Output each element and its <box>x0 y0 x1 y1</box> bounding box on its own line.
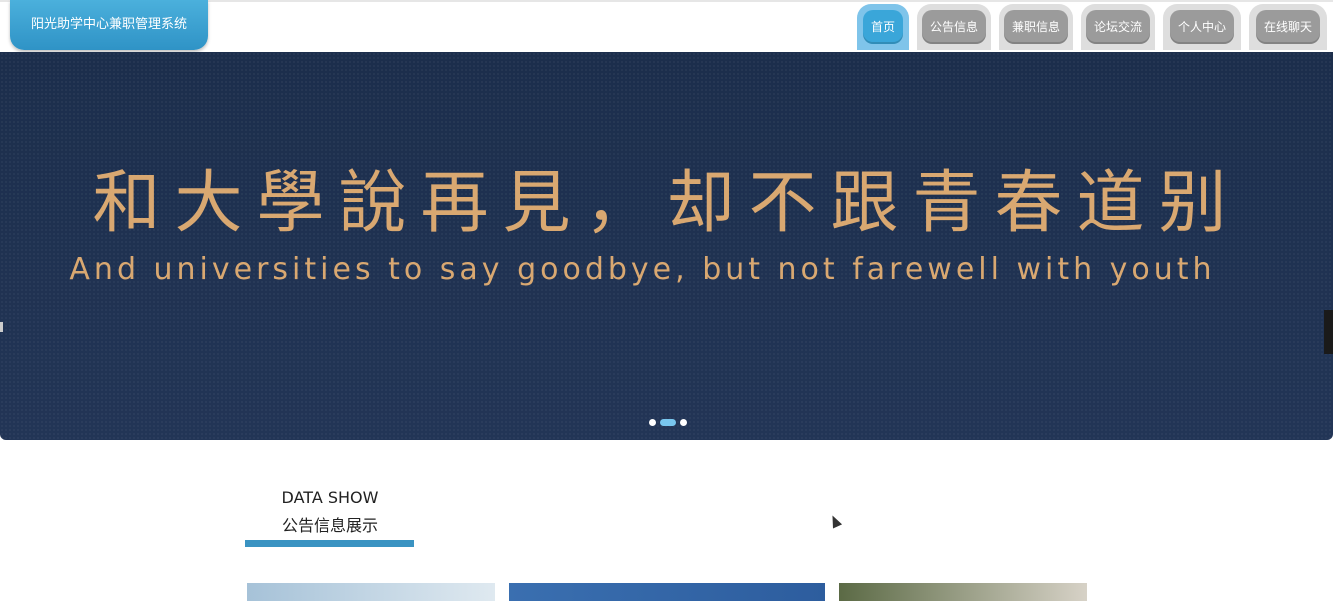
nav-home[interactable]: 首页 <box>857 4 909 50</box>
nav-forum-label[interactable]: 论坛交流 <box>1085 10 1150 44</box>
announcement-card-image[interactable] <box>509 583 825 601</box>
section-underline <box>245 540 414 547</box>
top-nav: 首页 公告信息 兼职信息 论坛交流 个人中心 在线聊天 <box>857 4 1327 50</box>
nav-forum[interactable]: 论坛交流 <box>1081 4 1155 50</box>
mouse-cursor-icon <box>827 513 843 529</box>
section-title-en: DATA SHOW <box>281 488 379 507</box>
nav-part-time-jobs[interactable]: 兼职信息 <box>999 4 1073 50</box>
announcement-card-image[interactable] <box>247 583 495 601</box>
site-logo[interactable]: 阳光助学中心兼职管理系统 <box>10 0 208 50</box>
carousel-prev-arrow[interactable] <box>0 322 3 332</box>
nav-personal-center-label[interactable]: 个人中心 <box>1169 10 1234 44</box>
nav-personal-center[interactable]: 个人中心 <box>1163 4 1241 50</box>
carousel-next-arrow[interactable] <box>1324 310 1333 354</box>
section-title-zh: 公告信息展示 <box>281 516 378 535</box>
carousel-dot-1[interactable] <box>649 419 656 426</box>
carousel-dot-3[interactable] <box>680 419 687 426</box>
nav-part-time-jobs-label[interactable]: 兼职信息 <box>1003 10 1068 44</box>
announcement-card-image[interactable] <box>839 583 1087 601</box>
nav-online-chat-label[interactable]: 在线聊天 <box>1255 10 1320 44</box>
nav-announcements-label[interactable]: 公告信息 <box>921 10 986 44</box>
nav-online-chat[interactable]: 在线聊天 <box>1249 4 1327 50</box>
nav-home-label[interactable]: 首页 <box>862 10 903 44</box>
banner-subtitle: And universities to say goodbye, but not… <box>69 252 1216 287</box>
hero-banner[interactable]: 和大學說再見，却不跟青春道别 And universities to say g… <box>0 52 1333 440</box>
banner-title: 和大學說再見，却不跟青春道别 <box>92 164 1241 243</box>
nav-announcements[interactable]: 公告信息 <box>917 4 991 50</box>
carousel-dot-2[interactable] <box>660 419 676 426</box>
carousel-indicators <box>649 419 687 426</box>
